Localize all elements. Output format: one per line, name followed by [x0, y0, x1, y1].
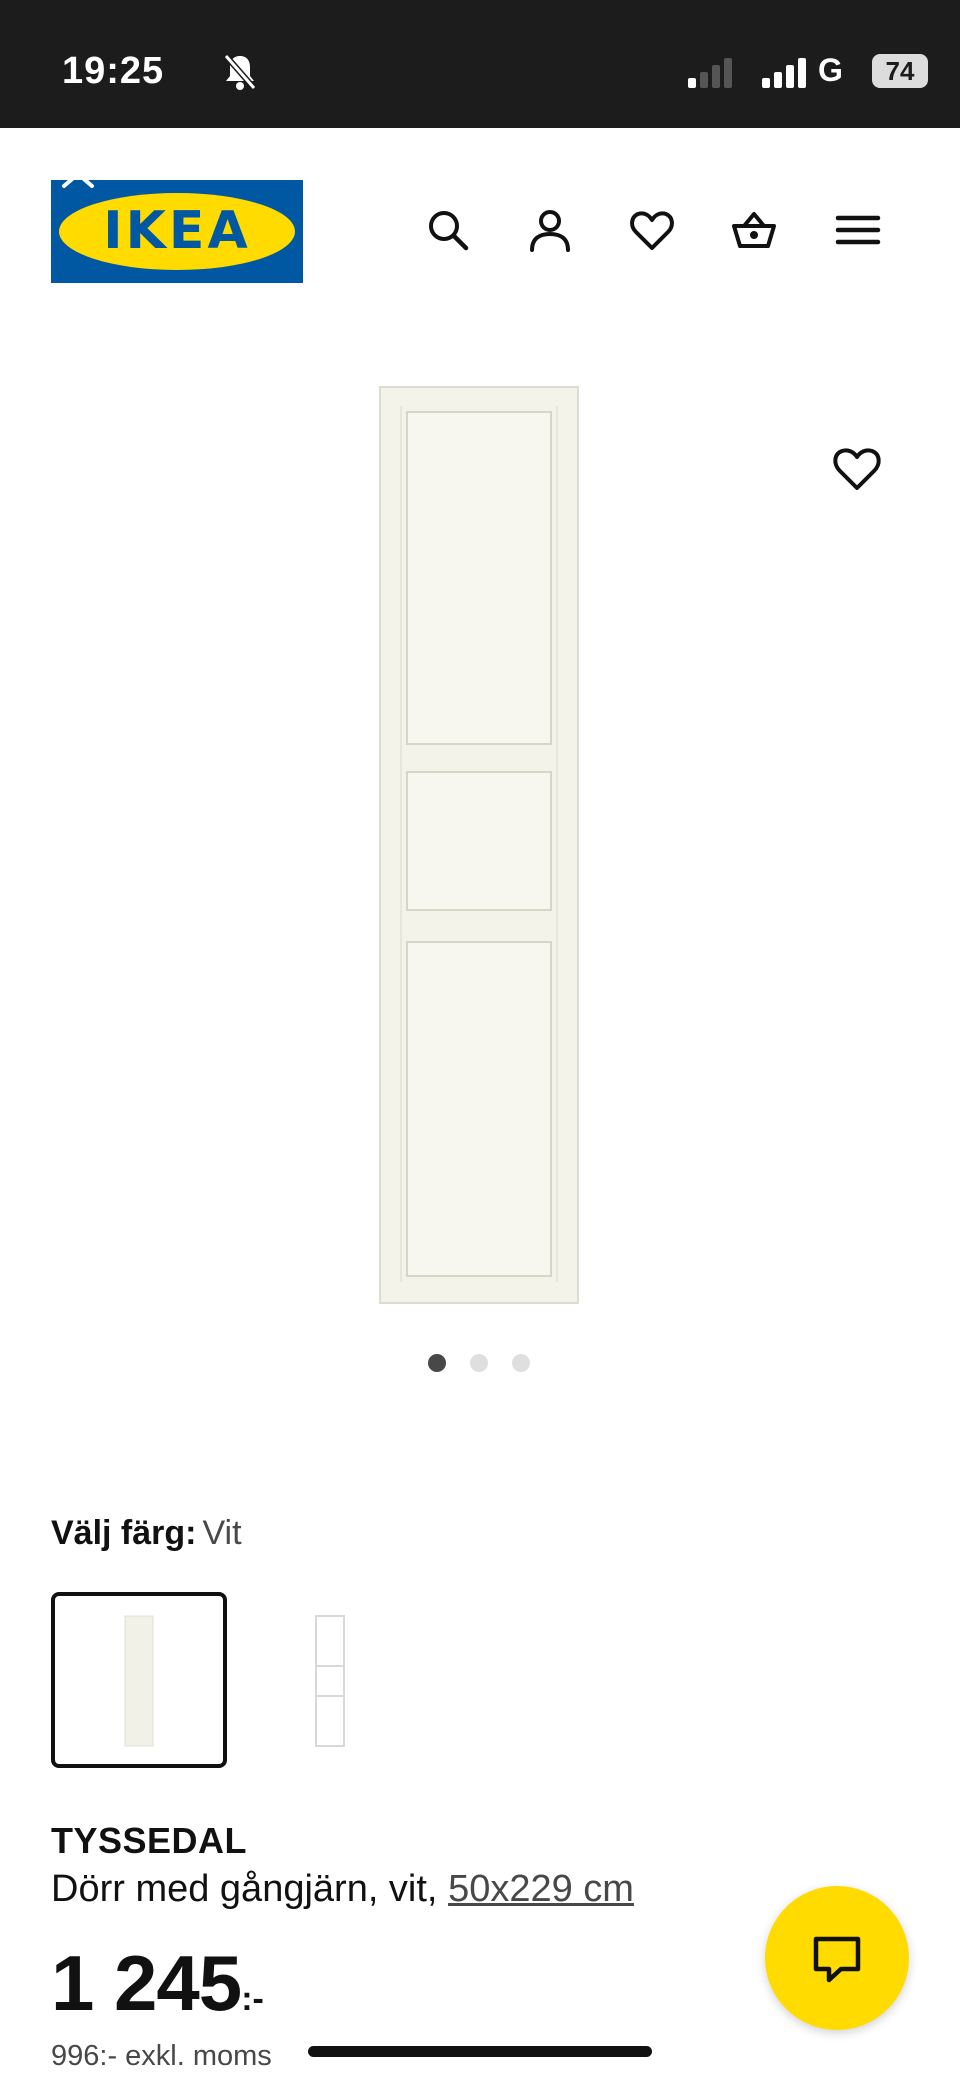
- gallery-dot[interactable]: [428, 1354, 446, 1372]
- product-image[interactable]: [379, 386, 579, 1304]
- chat-icon: [813, 1936, 861, 1983]
- gallery-dot[interactable]: [470, 1354, 488, 1372]
- product-description: Dörr med gångjärn, vit, 50x229 cm: [51, 1868, 634, 1911]
- network-type: G: [818, 52, 843, 88]
- product-description-text: Dörr med gångjärn, vit,: [51, 1868, 449, 1910]
- product-size-link[interactable]: 50x229 cm: [448, 1868, 634, 1910]
- bell-muted-icon: [223, 54, 257, 90]
- home-indicator[interactable]: [308, 2046, 652, 2057]
- chevron-up-icon: [62, 172, 94, 188]
- account-icon[interactable]: [526, 206, 574, 254]
- product-name: TYSSEDAL: [51, 1820, 248, 1861]
- cart-icon[interactable]: [730, 206, 778, 254]
- color-swatch-alt[interactable]: [242, 1592, 418, 1768]
- price-suffix: :-: [241, 1980, 264, 2018]
- site-header: IKEA: [0, 128, 960, 328]
- price-excl-vat: 996:- exkl. moms: [51, 2040, 272, 2072]
- gallery-pagination: [428, 1354, 534, 1374]
- chat-button[interactable]: [765, 1886, 909, 2030]
- logo-text: IKEA: [103, 201, 251, 261]
- gallery-dot[interactable]: [512, 1354, 530, 1372]
- status-bar: 19:25 G 74: [0, 0, 960, 128]
- swatch-door-thumbnail: [315, 1615, 345, 1747]
- ikea-logo[interactable]: IKEA: [51, 180, 303, 283]
- signal-icon: [762, 58, 806, 88]
- price-main: 1 245: [51, 1939, 242, 2027]
- product-price: 1 245:-: [51, 1938, 264, 2029]
- color-swatch-white[interactable]: [51, 1592, 227, 1768]
- search-icon[interactable]: [424, 206, 472, 254]
- color-value: Vit: [202, 1514, 242, 1552]
- status-time: 19:25: [62, 50, 165, 92]
- menu-icon[interactable]: [834, 206, 882, 254]
- signal-icon: [688, 58, 732, 88]
- swatch-door-thumbnail: [124, 1615, 154, 1747]
- color-selector-label: Välj färg: Vit: [51, 1514, 242, 1553]
- color-label: Välj färg:: [51, 1514, 197, 1552]
- battery-indicator: 74: [872, 54, 928, 88]
- add-to-favorites-icon[interactable]: [831, 442, 883, 494]
- favorites-icon[interactable]: [628, 206, 676, 254]
